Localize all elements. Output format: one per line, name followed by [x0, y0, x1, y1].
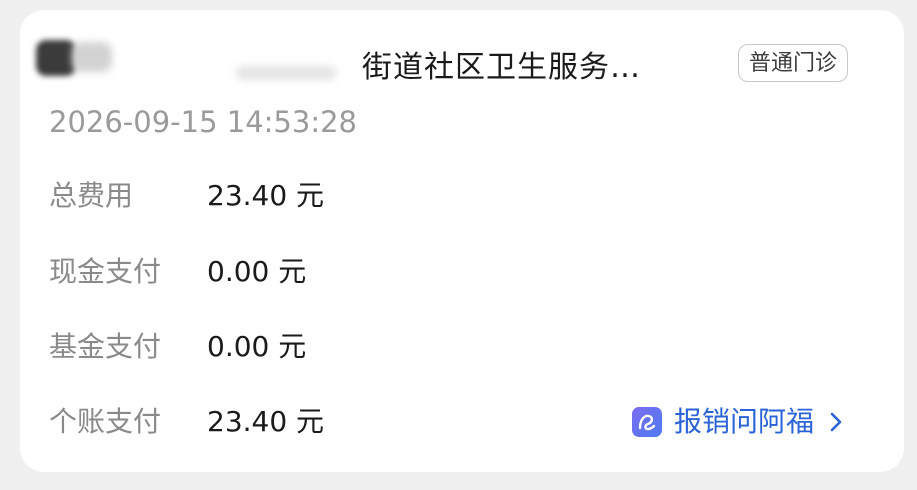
fee-value: 0.00 元	[207, 330, 307, 363]
fee-row-total: 总费用 23.40 元	[49, 176, 879, 216]
redacted-institution-prefix	[36, 38, 342, 88]
chevron-right-icon	[828, 410, 844, 434]
redacted-block	[72, 42, 112, 72]
fee-label: 现金支付	[49, 255, 162, 288]
fee-row-fund: 基金支付 0.00 元	[49, 327, 879, 367]
fee-label: 总费用	[49, 179, 134, 212]
fee-label: 个账支付	[49, 405, 162, 438]
fee-label: 基金支付	[49, 330, 162, 363]
medical-record-card[interactable]: 街道社区卫生服务… 普通门诊 2026-09-15 14:53:28 总费用 2…	[20, 10, 904, 472]
visit-datetime: 2026-09-15 14:53:28	[49, 105, 357, 139]
fee-row-cash: 现金支付 0.00 元	[49, 252, 879, 292]
ask-afu-label: 报销问阿福	[674, 405, 815, 438]
ask-afu-reimbursement-link[interactable]: 报销问阿福	[632, 402, 844, 442]
ai-assistant-icon	[632, 407, 662, 437]
redacted-block	[236, 66, 336, 80]
fee-value: 23.40 元	[207, 405, 325, 438]
institution-name: 街道社区卫生服务…	[362, 50, 641, 85]
redacted-block	[36, 40, 76, 76]
visit-type-badge: 普通门诊	[738, 44, 849, 82]
fee-value: 0.00 元	[207, 255, 307, 288]
fee-value: 23.40 元	[207, 179, 325, 212]
card-header: 街道社区卫生服务… 普通门诊	[36, 38, 896, 92]
